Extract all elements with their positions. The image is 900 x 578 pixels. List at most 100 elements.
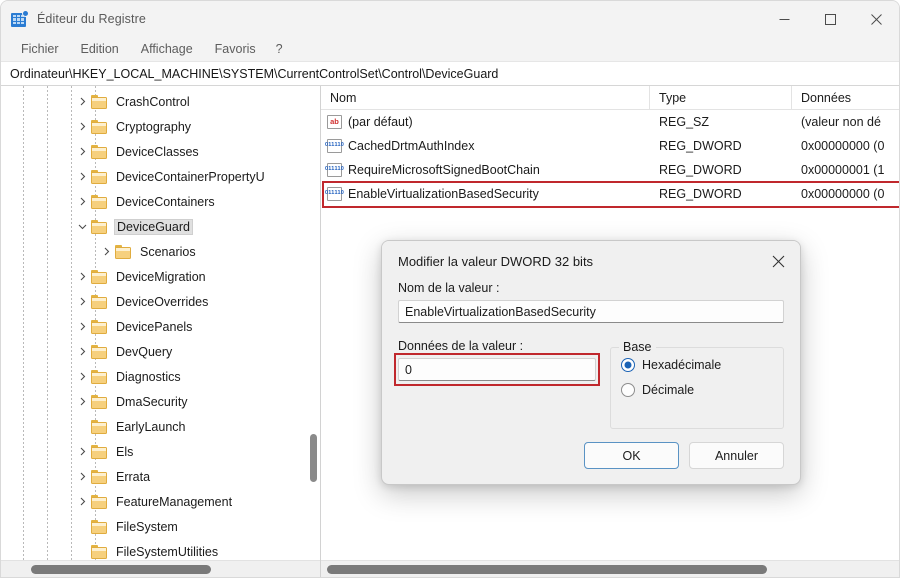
- tree-item-diagnostics[interactable]: Diagnostics: [1, 364, 320, 389]
- dialog-title-bar: Modifier la valeur DWORD 32 bits: [382, 241, 800, 281]
- chevron-right-icon[interactable]: [73, 272, 91, 281]
- edit-dword-dialog: Modifier la valeur DWORD 32 bits Nom de …: [381, 240, 801, 485]
- tree-item-featuremanagement[interactable]: FeatureManagement: [1, 489, 320, 514]
- menu-item-edition[interactable]: Edition: [70, 39, 130, 59]
- values-horizontal-scrollbar-thumb[interactable]: [327, 565, 767, 574]
- tree-item-devicecontainerpropertyu[interactable]: DeviceContainerPropertyU: [1, 164, 320, 189]
- tree-vertical-scrollbar[interactable]: [306, 86, 320, 560]
- values-horizontal-scrollbar[interactable]: [321, 560, 899, 577]
- chevron-right-icon[interactable]: [73, 372, 91, 381]
- tree-item-label: Scenarios: [140, 244, 196, 259]
- table-row[interactable]: 011 110 EnableVirtualizationBasedSecurity R…: [321, 182, 899, 206]
- registry-path-text: Ordinateur\HKEY_LOCAL_MACHINE\SYSTEM\Cur…: [10, 66, 499, 81]
- folder-icon: [91, 194, 108, 209]
- chevron-right-icon[interactable]: [73, 297, 91, 306]
- chevron-right-icon[interactable]: [73, 347, 91, 356]
- dialog-title: Modifier la valeur DWORD 32 bits: [398, 253, 594, 269]
- tree-item-deviceguard[interactable]: DeviceGuard: [1, 214, 320, 239]
- tree-item-label: CrashControl: [116, 94, 190, 109]
- tree-item-devicepanels[interactable]: DevicePanels: [1, 314, 320, 339]
- value-data-cell: 0x00000000 (0: [801, 187, 885, 201]
- column-header-type[interactable]: Type: [650, 86, 792, 110]
- folder-icon: [91, 219, 108, 234]
- tree-item-deviceoverrides[interactable]: DeviceOverrides: [1, 289, 320, 314]
- tree-item-earlylaunch[interactable]: EarlyLaunch: [1, 414, 320, 439]
- base-legend: Base: [619, 340, 656, 354]
- table-row[interactable]: ab (par défaut) REG_SZ (valeur non dé: [321, 110, 899, 134]
- values-column-headers: Nom Type Données: [321, 86, 899, 110]
- chevron-right-icon[interactable]: [73, 122, 91, 131]
- menu-item-fichier[interactable]: Fichier: [10, 39, 70, 59]
- tree-item-els[interactable]: Els: [1, 439, 320, 464]
- folder-icon: [91, 369, 108, 384]
- tree-item-scenarios[interactable]: Scenarios: [1, 239, 320, 264]
- tree-item-deviceclasses[interactable]: DeviceClasses: [1, 139, 320, 164]
- tree-item-label: DevicePanels: [116, 319, 193, 334]
- radio-hexadecimal-indicator[interactable]: [621, 358, 635, 372]
- chevron-down-icon[interactable]: [73, 222, 91, 231]
- tree-item-label: Els: [116, 444, 134, 459]
- tree-item-filesystemutilities[interactable]: FileSystemUtilities: [1, 539, 320, 560]
- tree-item-label: DevQuery: [116, 344, 173, 359]
- chevron-right-icon[interactable]: [73, 322, 91, 331]
- tree-horizontal-scrollbar-thumb[interactable]: [31, 565, 211, 574]
- tree-horizontal-scrollbar[interactable]: [1, 560, 320, 577]
- chevron-right-icon[interactable]: [73, 197, 91, 206]
- maximize-button[interactable]: [807, 1, 853, 37]
- tree-item-errata[interactable]: Errata: [1, 464, 320, 489]
- chevron-right-icon[interactable]: [73, 147, 91, 156]
- cancel-button[interactable]: Annuler: [689, 442, 784, 469]
- tree-item-cryptography[interactable]: Cryptography: [1, 114, 320, 139]
- ok-button[interactable]: OK: [584, 442, 679, 469]
- dword-value-icon: 011 110: [325, 163, 344, 177]
- dialog-close-button[interactable]: [756, 241, 800, 281]
- tree-item-crashcontrol[interactable]: CrashControl: [1, 89, 320, 114]
- radio-decimal-indicator[interactable]: [621, 383, 635, 397]
- folder-icon: [91, 94, 108, 109]
- chevron-right-icon[interactable]: [73, 97, 91, 106]
- menu-item-affichage[interactable]: Affichage: [130, 39, 204, 59]
- menu-item-help[interactable]: ?: [267, 39, 292, 59]
- folder-icon: [91, 119, 108, 134]
- tree-item-filesystem[interactable]: FileSystem: [1, 514, 320, 539]
- value-name-text: CachedDrtmAuthIndex: [348, 139, 475, 153]
- dialog-body: Nom de la valeur : EnableVirtualizationB…: [382, 281, 800, 442]
- close-button[interactable]: [853, 1, 899, 37]
- value-data-label: Données de la valeur :: [398, 339, 524, 353]
- value-name-input[interactable]: EnableVirtualizationBasedSecurity: [398, 300, 784, 323]
- table-row[interactable]: 011 110 CachedDrtmAuthIndex REG_DWORD 0x0000…: [321, 134, 899, 158]
- registry-editor-icon: [11, 9, 29, 28]
- tree-vertical-scrollbar-thumb[interactable]: [310, 434, 317, 482]
- tree-item-devicemigration[interactable]: DeviceMigration: [1, 264, 320, 289]
- tree-scroll-area[interactable]: CrashControl Cryptography DeviceClasses Dev…: [1, 86, 320, 560]
- chevron-right-icon[interactable]: [97, 247, 115, 256]
- value-data-input[interactable]: 0: [398, 358, 596, 381]
- column-header-donnees[interactable]: Données: [792, 86, 899, 110]
- value-type-cell: REG_DWORD: [659, 139, 742, 153]
- radio-hexadecimal[interactable]: Hexadécimale: [621, 358, 773, 372]
- minimize-button[interactable]: [761, 1, 807, 37]
- tree-item-devicecontainers[interactable]: DeviceContainers: [1, 189, 320, 214]
- tree-item-dmasecurity[interactable]: DmaSecurity: [1, 389, 320, 414]
- folder-icon: [91, 444, 108, 459]
- chevron-right-icon[interactable]: [73, 172, 91, 181]
- address-bar[interactable]: Ordinateur\HKEY_LOCAL_MACHINE\SYSTEM\Cur…: [1, 61, 899, 86]
- chevron-right-icon[interactable]: [73, 472, 91, 481]
- folder-icon: [91, 344, 108, 359]
- column-header-nom[interactable]: Nom: [321, 86, 650, 110]
- radio-decimal[interactable]: Décimale: [621, 383, 773, 397]
- tree-item-label: DeviceOverrides: [116, 294, 209, 309]
- tree-item-devquery[interactable]: DevQuery: [1, 339, 320, 364]
- tree-item-label: FileSystem: [116, 519, 178, 534]
- table-row[interactable]: 011 110 RequireMicrosoftSignedBootChain REG…: [321, 158, 899, 182]
- chevron-right-icon[interactable]: [73, 497, 91, 506]
- title-bar: Éditeur du Registre: [1, 1, 899, 37]
- value-type-cell: REG_SZ: [659, 115, 710, 129]
- registry-editor-window: Éditeur du Registre Fichier Edition Affi…: [0, 0, 900, 578]
- dword-value-icon: 011 110: [325, 187, 344, 201]
- chevron-right-icon[interactable]: [73, 397, 91, 406]
- menu-item-favoris[interactable]: Favoris: [204, 39, 267, 59]
- tree-item-label: DeviceClasses: [116, 144, 199, 159]
- tree-item-label: EarlyLaunch: [116, 419, 186, 434]
- chevron-right-icon[interactable]: [73, 447, 91, 456]
